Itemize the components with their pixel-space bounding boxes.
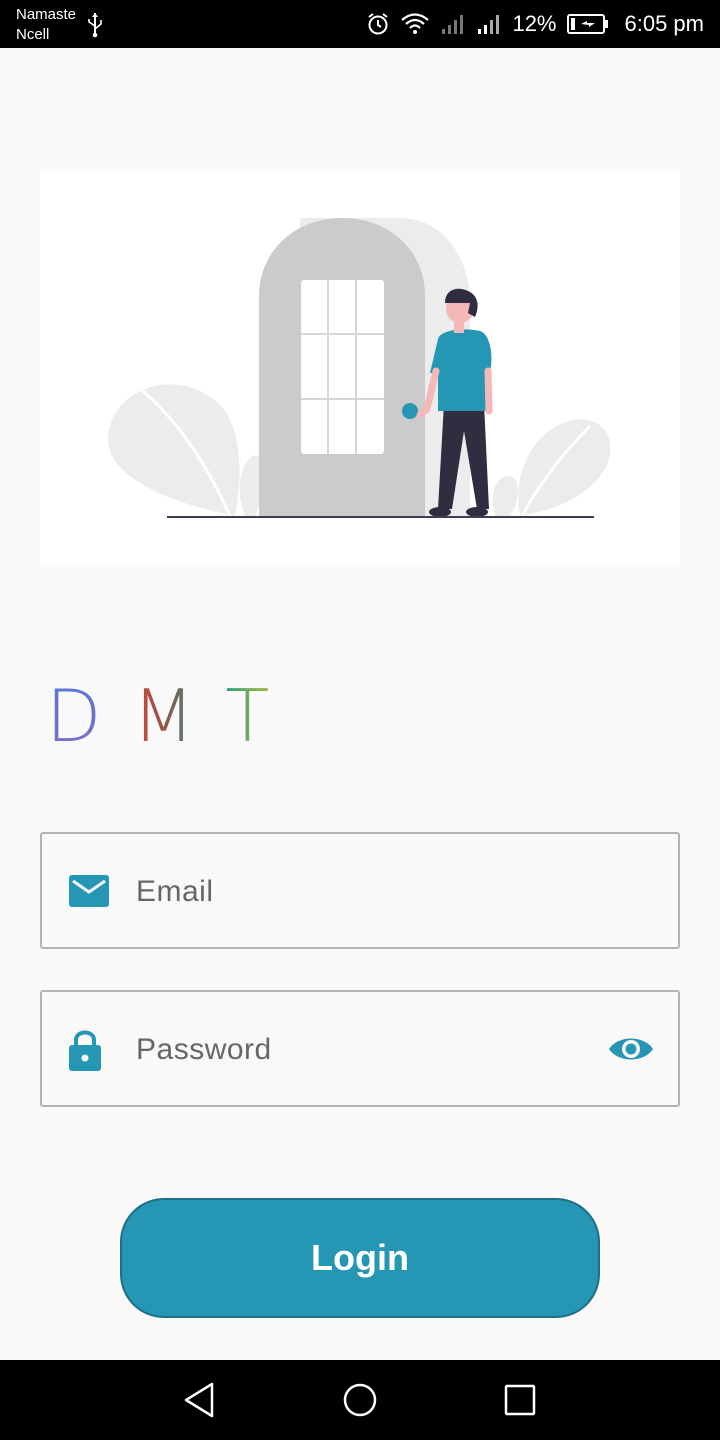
brand-letter-t: T <box>225 674 274 758</box>
back-icon[interactable] <box>180 1380 220 1420</box>
brand-letter-m: M <box>132 674 199 758</box>
battery-percent: 12% <box>512 11 557 36</box>
hero-illustration <box>40 171 680 565</box>
email-input[interactable] <box>136 864 596 920</box>
carrier-label: Namaste Ncell <box>16 5 76 45</box>
home-icon[interactable] <box>340 1380 380 1420</box>
lock-icon <box>69 1030 101 1071</box>
wifi-icon <box>401 13 430 34</box>
status-icons: 12% 6:05 pm <box>366 0 704 48</box>
carrier-line-2: Ncell <box>16 26 50 43</box>
status-bar: Namaste Ncell 12% 6:05 pm <box>0 0 720 48</box>
signal-icon <box>442 15 464 34</box>
brand-logo: D M T <box>46 676 273 756</box>
eye-icon[interactable] <box>608 1034 654 1064</box>
carrier-line-1: Namaste <box>16 6 77 23</box>
right-leaf <box>518 419 611 516</box>
system-nav-bar <box>0 1360 720 1440</box>
password-field[interactable] <box>40 990 680 1107</box>
door-knob <box>402 403 418 419</box>
password-input[interactable] <box>136 1022 596 1078</box>
clock: 6:05 pm <box>624 11 705 36</box>
usb-icon <box>88 13 102 38</box>
signal-icon <box>478 15 500 34</box>
email-field[interactable] <box>40 832 680 949</box>
door-window <box>301 280 384 454</box>
login-button[interactable]: Login <box>120 1198 600 1318</box>
recents-icon[interactable] <box>500 1380 540 1420</box>
alarm-icon <box>368 13 389 35</box>
brand-letter-d: D <box>46 674 106 758</box>
battery-charging-icon <box>566 14 608 34</box>
mail-icon <box>69 874 109 907</box>
door-person-illustration <box>107 218 611 518</box>
